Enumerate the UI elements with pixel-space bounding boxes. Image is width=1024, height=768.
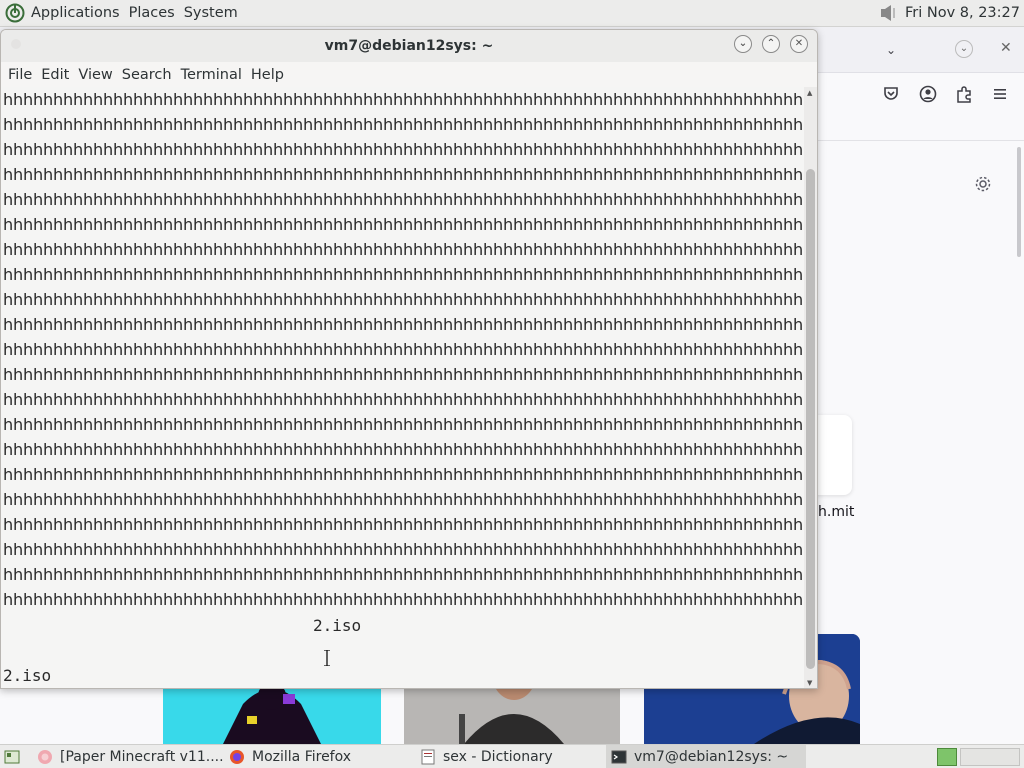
extensions-icon[interactable] [955, 85, 973, 103]
account-icon[interactable] [919, 85, 937, 103]
terminal-output-line: hhhhhhhhhhhhhhhhhhhhhhhhhhhhhhhhhhhhhhhh… [3, 315, 803, 334]
top-panel: Applications Places System Fri Nov 8, 23… [0, 0, 1024, 27]
gear-icon[interactable] [974, 175, 992, 193]
window-menu-icon[interactable] [11, 39, 21, 49]
terminal-output-line: hhhhhhhhhhhhhhhhhhhhhhhhhhhhhhhhhhhhhhhh… [3, 565, 803, 584]
taskbar-item-label: vm7@debian12sys: ~ [634, 749, 789, 765]
page-scrollbar[interactable] [1017, 147, 1021, 257]
close-icon[interactable]: ✕ [790, 35, 808, 53]
workspace-1[interactable] [937, 748, 957, 766]
minimize-icon[interactable]: ⌄ [734, 35, 752, 53]
taskbar-item-label: sex - Dictionary [443, 749, 553, 765]
close-icon[interactable]: ✕ [1000, 40, 1012, 56]
terminal-scrollbar[interactable]: ▲ ▼ [804, 87, 817, 688]
terminal-output-line: hhhhhhhhhhhhhhhhhhhhhhhhhhhhhhhhhhhhhhhh… [3, 90, 803, 109]
debian-logo-icon[interactable] [5, 3, 25, 23]
workspace-switcher[interactable] [960, 748, 1020, 766]
terminal-output-line: hhhhhhhhhhhhhhhhhhhhhhhhhhhhhhhhhhhhhhhh… [3, 590, 803, 609]
menu-view[interactable]: View [78, 67, 112, 83]
system-menu[interactable]: System [184, 5, 238, 21]
taskbar-item[interactable]: Mozilla Firefox [229, 745, 351, 768]
terminal-output-line: hhhhhhhhhhhhhhhhhhhhhhhhhhhhhhhhhhhhhhhh… [3, 365, 803, 384]
maximize-icon[interactable]: ⌃ [762, 35, 780, 53]
menu-icon[interactable] [991, 85, 1009, 103]
scrollbar-thumb[interactable] [806, 169, 815, 669]
terminal-output-line: hhhhhhhhhhhhhhhhhhhhhhhhhhhhhhhhhhhhhhhh… [3, 190, 803, 209]
terminal-output-line: hhhhhhhhhhhhhhhhhhhhhhhhhhhhhhhhhhhhhhhh… [3, 440, 803, 459]
taskbar-item[interactable]: [Paper Minecraft v11.... [37, 745, 224, 768]
minimize-icon[interactable]: ⌄ [955, 40, 973, 58]
taskbar-item-label: Mozilla Firefox [252, 749, 352, 765]
terminal-output-line: hhhhhhhhhhhhhhhhhhhhhhhhhhhhhhhhhhhhhhhh… [3, 515, 803, 534]
firefox-icon [38, 750, 52, 764]
volume-icon[interactable] [879, 4, 899, 22]
terminal-output-line: hhhhhhhhhhhhhhhhhhhhhhhhhhhhhhhhhhhhhhhh… [3, 215, 803, 234]
scroll-down-icon[interactable]: ▼ [807, 679, 812, 687]
terminal-output-line: hhhhhhhhhhhhhhhhhhhhhhhhhhhhhhhhhhhhhhhh… [3, 265, 803, 284]
terminal-icon [611, 750, 627, 764]
terminal-output-line: hhhhhhhhhhhhhhhhhhhhhhhhhhhhhhhhhhhhhhhh… [3, 490, 803, 509]
menu-file[interactable]: File [8, 67, 32, 83]
terminal-titlebar[interactable]: vm7@debian12sys: ~ ⌄ ⌃ ✕ [1, 30, 817, 62]
menu-terminal[interactable]: Terminal [181, 67, 242, 83]
applications-menu[interactable]: Applications [31, 5, 120, 21]
terminal-output-line: hhhhhhhhhhhhhhhhhhhhhhhhhhhhhhhhhhhhhhhh… [3, 165, 803, 184]
clock[interactable]: Fri Nov 8, 23:27 [905, 5, 1020, 21]
terminal-output-line: hhhhhhhhhhhhhhhhhhhhhhhhhhhhhhhhhhhhhhhh… [3, 465, 803, 484]
desktop-icon [4, 750, 20, 764]
terminal-output-line: hhhhhhhhhhhhhhhhhhhhhhhhhhhhhhhhhhhhhhhh… [3, 115, 803, 134]
firefox-icon [230, 750, 244, 764]
menu-search[interactable]: Search [122, 67, 172, 83]
pocket-icon[interactable] [882, 85, 900, 103]
terminal-output-line: hhhhhhhhhhhhhhhhhhhhhhhhhhhhhhhhhhhhhhhh… [3, 415, 803, 434]
terminal-output-line: 2.iso [3, 666, 52, 685]
terminal-output-line: hhhhhhhhhhhhhhhhhhhhhhhhhhhhhhhhhhhhhhhh… [3, 240, 803, 259]
taskbar-item[interactable]: sex - Dictionary [420, 745, 553, 768]
top-site-label[interactable]: h.mit [818, 504, 854, 520]
scroll-up-icon[interactable]: ▲ [807, 89, 812, 97]
places-menu[interactable]: Places [129, 5, 175, 21]
dictionary-icon [421, 749, 435, 765]
terminal-window: vm7@debian12sys: ~ ⌄ ⌃ ✕ File Edit View … [0, 29, 818, 689]
terminal-output-line: hhhhhhhhhhhhhhhhhhhhhhhhhhhhhhhhhhhhhhhh… [3, 340, 803, 359]
ibeam-cursor-icon [324, 650, 330, 666]
menu-help[interactable]: Help [251, 67, 284, 83]
taskbar-item-active[interactable]: vm7@debian12sys: ~ [606, 745, 806, 768]
show-desktop-button[interactable] [4, 745, 27, 768]
menu-edit[interactable]: Edit [41, 67, 69, 83]
list-tabs-icon[interactable]: ⌄ [880, 41, 902, 59]
terminal-output-line: hhhhhhhhhhhhhhhhhhhhhhhhhhhhhhhhhhhhhhhh… [3, 140, 803, 159]
terminal-output-line: 2.iso [313, 616, 362, 635]
terminal-output-line: hhhhhhhhhhhhhhhhhhhhhhhhhhhhhhhhhhhhhhhh… [3, 390, 803, 409]
terminal-output-line: hhhhhhhhhhhhhhhhhhhhhhhhhhhhhhhhhhhhhhhh… [3, 290, 803, 309]
taskbar-item-label: [Paper Minecraft v11.... [60, 749, 224, 765]
terminal-output[interactable]: hhhhhhhhhhhhhhhhhhhhhhhhhhhhhhhhhhhhhhhh… [1, 87, 804, 688]
window-title: vm7@debian12sys: ~ [324, 38, 494, 54]
bottom-taskbar: [Paper Minecraft v11.... Mozilla Firefox… [0, 744, 1024, 768]
terminal-output-line: hhhhhhhhhhhhhhhhhhhhhhhhhhhhhhhhhhhhhhhh… [3, 540, 803, 559]
terminal-menubar: File Edit View Search Terminal Help [1, 62, 817, 87]
